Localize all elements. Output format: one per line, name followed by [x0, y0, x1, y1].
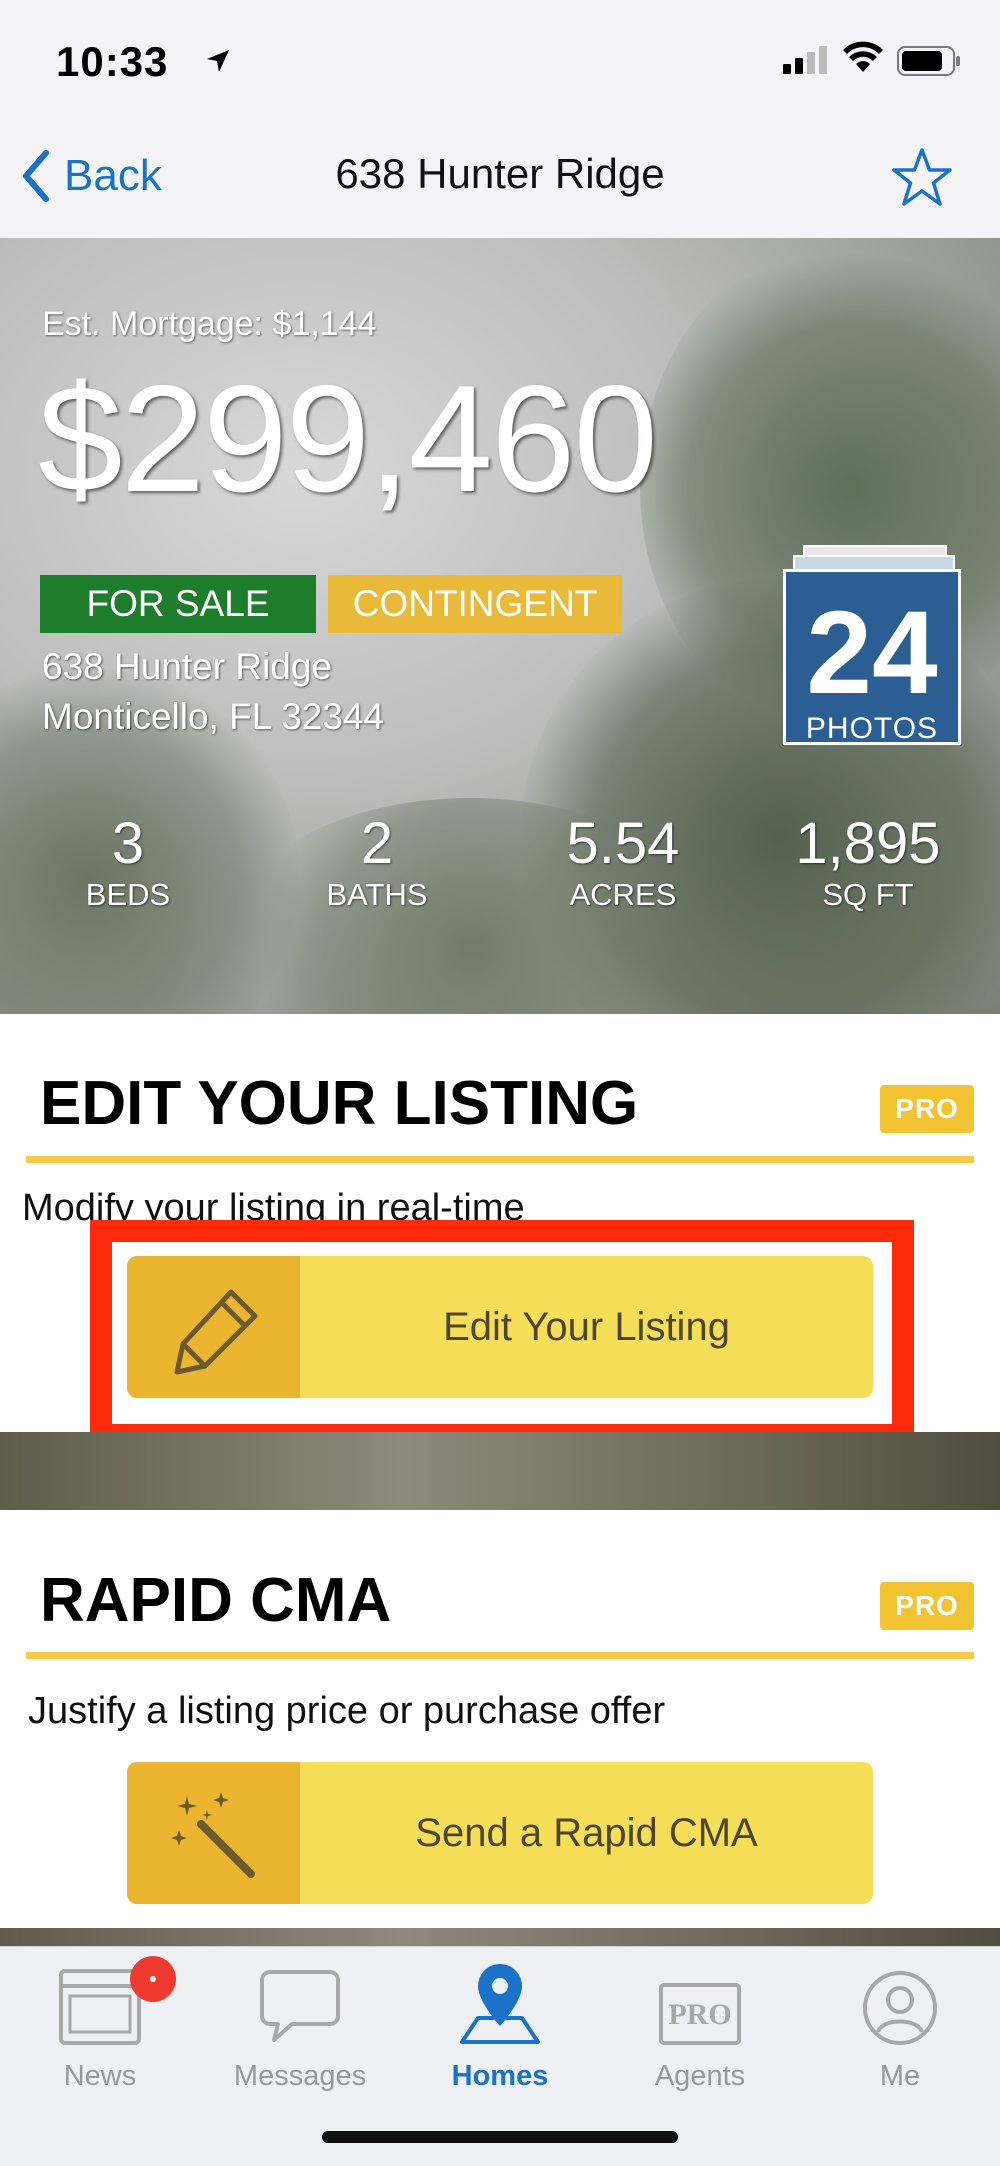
svg-text:PRO: PRO	[668, 1998, 731, 2031]
photo-count-card: 24 PHOTOS	[783, 569, 961, 745]
stat-value: 2	[360, 811, 394, 876]
stat-beds: 3 BEDS	[18, 815, 238, 913]
cma-icon-box	[127, 1762, 300, 1904]
cellular-signal-icon	[783, 46, 827, 74]
background-image-strip	[0, 1928, 1000, 1946]
user-icon	[863, 1971, 937, 2045]
highlight-annotation-box	[90, 1220, 914, 1446]
stat-value: 5.54	[566, 811, 680, 876]
tab-label: Agents	[654, 2060, 746, 2092]
edit-listing-section-title: EDIT YOUR LISTING	[40, 1069, 639, 1138]
for-sale-badge: FOR SALE	[40, 575, 316, 633]
stat-baths: 2 BATHS	[267, 815, 487, 913]
address-line-2: Monticello, FL 32344	[42, 696, 385, 737]
send-rapid-cma-button[interactable]: Send a Rapid CMA	[127, 1762, 873, 1904]
address-line-1: 638 Hunter Ridge	[42, 646, 333, 687]
stat-label: BATHS	[326, 877, 428, 912]
photo-count: 24	[806, 587, 938, 719]
wifi-icon	[843, 41, 883, 72]
map-pin-icon	[460, 1964, 540, 2044]
notification-badge	[130, 1956, 176, 2002]
rapid-cma-section-title: RAPID CMA	[40, 1566, 392, 1635]
page-title: 638 Hunter Ridge	[335, 150, 665, 197]
magic-wand-icon	[171, 1792, 255, 1878]
send-rapid-cma-button-label: Send a Rapid CMA	[415, 1810, 758, 1855]
pro-badge: PRO	[880, 1582, 974, 1630]
section-rule	[26, 1156, 974, 1163]
stat-label: ACRES	[569, 877, 677, 912]
background-image-strip	[0, 1432, 1000, 1510]
stat-value: 1,895	[795, 811, 941, 876]
tab-label: Me	[879, 2060, 921, 2092]
status-time: 10:33	[56, 38, 169, 85]
rapid-cma-description: Justify a listing price or purchase offe…	[28, 1690, 666, 1732]
tab-label: News	[63, 2060, 137, 2092]
listing-price: $299,460	[38, 354, 658, 524]
stat-label: SQ FT	[822, 877, 914, 912]
tab-me[interactable]: Me	[800, 1958, 1000, 2093]
tab-label: Messages	[233, 2060, 367, 2092]
tab-messages[interactable]: Messages	[200, 1958, 400, 2093]
battery-icon	[897, 46, 960, 76]
stat-label: BEDS	[85, 877, 171, 912]
stat-acres: 5.54 ACRES	[513, 815, 733, 913]
stat-sqft: 1,895 SQ FT	[758, 815, 978, 913]
photos-button[interactable]: 24 PHOTOS	[783, 545, 961, 745]
home-indicator[interactable]	[322, 2131, 678, 2143]
contingent-badge: CONTINGENT	[328, 575, 622, 633]
tab-homes[interactable]: Homes	[400, 1958, 600, 2093]
pro-badge: PRO	[880, 1085, 974, 1133]
photos-label: PHOTOS	[805, 712, 939, 745]
location-arrow-icon	[207, 50, 229, 72]
tab-agents[interactable]: PRO Agents	[600, 1958, 800, 2093]
tab-label: Homes	[451, 2060, 549, 2092]
section-rule	[26, 1652, 974, 1659]
estimated-mortgage: Est. Mortgage: $1,144	[42, 305, 377, 343]
pro-agents-icon: PRO	[659, 1983, 741, 2045]
messages-icon	[260, 1970, 340, 2042]
stat-value: 3	[111, 811, 145, 876]
favorite-star-icon[interactable]	[890, 146, 954, 208]
